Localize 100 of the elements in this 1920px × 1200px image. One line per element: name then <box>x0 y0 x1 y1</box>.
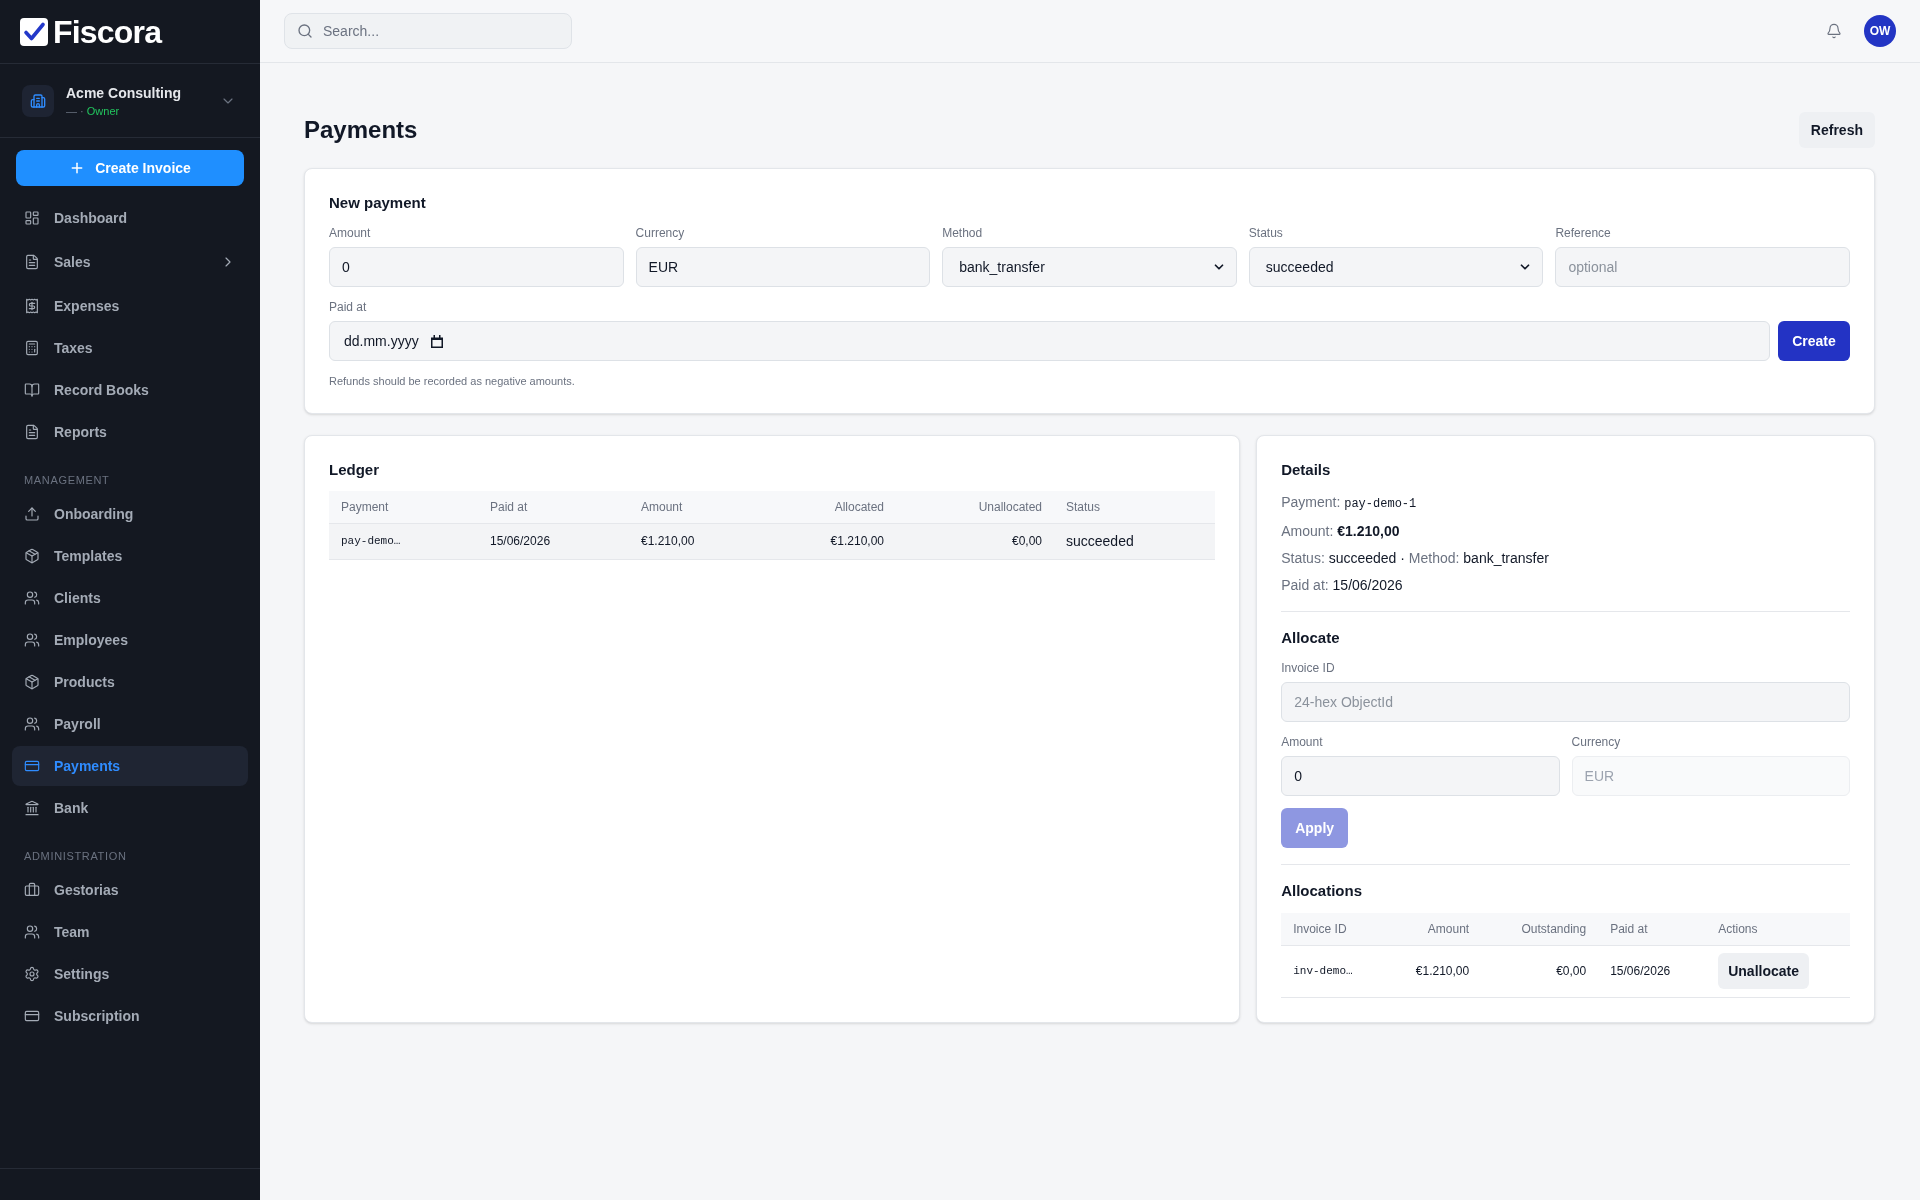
users-icon <box>24 924 40 940</box>
field-label: Paid at <box>329 299 368 315</box>
logo-text: Fiscora <box>53 15 162 48</box>
calendar-icon[interactable] <box>430 334 443 348</box>
detail-line: Payment: pay-demo-1 <box>1281 493 1418 513</box>
sidebar-item[interactable]: Employees <box>12 620 248 660</box>
sidebar-item[interactable]: Dashboard <box>12 198 248 238</box>
table-cell: pay-demo… <box>329 523 478 559</box>
sidebar-item[interactable]: Settings <box>12 954 248 994</box>
table-cell: €0,00 <box>896 523 1054 559</box>
sidebar-item[interactable]: Payments <box>12 746 248 786</box>
input-field[interactable]: 0 <box>329 247 624 287</box>
receipt-icon <box>24 298 40 314</box>
notifications-bell-icon[interactable] <box>1826 23 1842 39</box>
table-cell: €1.210,00 <box>1382 945 1482 997</box>
column-header: Paid at <box>1598 913 1707 945</box>
sidebar-item[interactable]: Onboarding <box>12 494 248 534</box>
building-icon <box>22 84 54 117</box>
hint-text: Refunds should be recorded as negative amounts. <box>329 374 576 389</box>
users-icon <box>24 632 40 648</box>
table-cell: succeeded <box>1054 523 1216 559</box>
card-title: Details <box>1281 460 1332 480</box>
date-field[interactable]: dd.mm.yyyy <box>329 321 1770 361</box>
field-label: Status <box>1248 225 1284 241</box>
section-title: Allocations <box>1281 881 1364 901</box>
sidebar-item[interactable]: Gestorias <box>12 870 248 910</box>
sidebar-item[interactable]: Payroll <box>12 704 248 744</box>
sidebar-item[interactable]: Products <box>12 662 248 702</box>
search-icon <box>297 23 313 39</box>
credit-card-icon <box>24 1008 40 1024</box>
sidebar-item[interactable]: Team <box>12 912 248 952</box>
book-icon <box>24 382 40 398</box>
input-field[interactable]: EUR <box>635 247 931 287</box>
bank-icon <box>24 800 40 816</box>
input-field[interactable]: 24-hex ObjectId <box>1281 682 1850 722</box>
column-header: Outstanding <box>1481 913 1599 945</box>
credit-card-icon <box>24 758 40 774</box>
field-label: Amount <box>329 225 372 241</box>
user-avatar[interactable]: OW <box>1864 15 1896 47</box>
column-header: Invoice ID <box>1281 913 1383 945</box>
card-title: New payment <box>329 193 427 213</box>
input-field[interactable]: 0 <box>1281 756 1560 796</box>
document-icon <box>24 254 40 270</box>
table-cell: 15/06/2026 <box>1598 945 1707 997</box>
document-icon <box>24 424 40 440</box>
field-label: Invoice ID <box>1281 660 1336 676</box>
select-field[interactable]: bank_transfer <box>942 247 1237 287</box>
layout-grid-icon <box>24 210 40 226</box>
detail-line: Paid at: 15/06/2026 <box>1281 576 1404 595</box>
detail-line: Status: succeeded · Method: bank_transfer <box>1281 549 1550 568</box>
field-label: Amount <box>1281 734 1324 750</box>
settings-icon <box>24 966 40 982</box>
table-cell: €1.210,00 <box>629 523 763 559</box>
column-header: Actions <box>1706 913 1850 945</box>
users-icon <box>24 716 40 732</box>
box-icon <box>24 548 40 564</box>
checkbox-logo-icon <box>20 17 48 46</box>
sidebar-item[interactable]: Reports <box>12 412 248 452</box>
briefcase-icon <box>24 882 40 898</box>
table-cell: €1.210,00 <box>763 523 896 559</box>
section-title: Allocate <box>1281 628 1341 648</box>
unallocate-button[interactable]: Unallocate <box>1718 953 1809 989</box>
sidebar-item[interactable]: Record Books <box>12 370 248 410</box>
page-title: Payments <box>304 115 418 145</box>
column-header: Allocated <box>763 491 896 523</box>
sidebar-item[interactable]: Sales <box>12 240 248 284</box>
refresh-button[interactable]: Refresh <box>1798 112 1875 148</box>
table-cell: 15/06/2026 <box>478 523 629 559</box>
sidebar-item[interactable]: Bank <box>12 788 248 828</box>
column-header: Status <box>1054 491 1216 523</box>
column-header: Amount <box>629 491 763 523</box>
sidebar-item[interactable]: Expenses <box>12 286 248 326</box>
field-label: Method <box>942 225 984 241</box>
column-header: Payment <box>329 491 478 523</box>
calculator-icon <box>24 340 40 356</box>
search-field[interactable]: Search... <box>284 13 572 49</box>
column-header: Unallocated <box>896 491 1054 523</box>
card-title: Ledger <box>329 460 380 480</box>
select-field[interactable]: succeeded <box>1248 247 1544 287</box>
input-field[interactable]: optional <box>1555 247 1850 287</box>
users-icon <box>24 590 40 606</box>
table-cell: inv-demo… <box>1281 945 1383 997</box>
sidebar-item[interactable]: Subscription <box>12 996 248 1036</box>
sidebar-item[interactable]: Templates <box>12 536 248 576</box>
org-role: — · Owner <box>66 103 121 119</box>
sidebar-item[interactable]: Taxes <box>12 328 248 368</box>
section-heading: ADMINISTRATION <box>23 849 128 864</box>
column-header: Amount <box>1382 913 1482 945</box>
detail-line: Amount: €1.210,00 <box>1281 522 1401 541</box>
column-header: Paid at <box>478 491 629 523</box>
section-heading: MANAGEMENT <box>23 473 111 488</box>
field-label: Reference <box>1555 225 1612 241</box>
field-label: Currency <box>1571 734 1622 750</box>
org-name: Acme Consulting <box>66 83 182 103</box>
table-cell: €0,00 <box>1481 945 1599 997</box>
box-icon <box>24 674 40 690</box>
create-button[interactable]: Create <box>1778 321 1850 361</box>
table-row[interactable]: pay-demo… 15/06/2026 €1.210,00 €1.210,00 €0,00 succeeded <box>329 523 1216 559</box>
sidebar-item[interactable]: Clients <box>12 578 248 618</box>
field-label: Currency <box>635 225 686 241</box>
